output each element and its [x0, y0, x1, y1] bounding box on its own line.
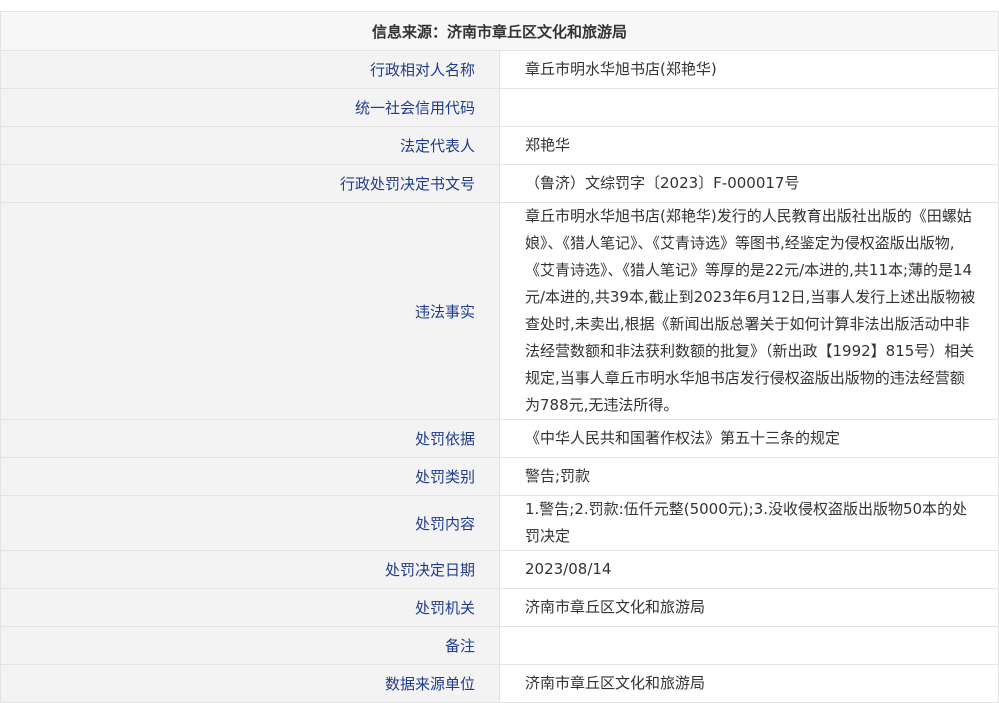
row-violation-facts: 违法事实 章丘市明水华旭书店(郑艳华)发行的人民教育出版社出版的《田螺姑娘》、《…	[0, 202, 999, 420]
row-value: 2023/08/14	[499, 550, 999, 589]
row-label: 处罚决定日期	[0, 550, 500, 589]
row-party-name: 行政相对人名称 章丘市明水华旭书店(郑艳华)	[0, 50, 999, 89]
row-label: 处罚依据	[0, 419, 500, 458]
row-label: 数据来源单位	[0, 664, 500, 703]
row-legal-representative: 法定代表人 郑艳华	[0, 126, 999, 165]
row-label: 违法事实	[0, 202, 500, 420]
row-label: 法定代表人	[0, 126, 500, 165]
row-label: 备注	[0, 626, 500, 665]
row-label: 处罚内容	[0, 495, 500, 551]
row-penalty-basis: 处罚依据 《中华人民共和国著作权法》第五十三条的规定	[0, 419, 999, 458]
row-penalty-content: 处罚内容 1.警告;2.罚款:伍仟元整(5000元);3.没收侵权盗版出版物50…	[0, 495, 999, 551]
row-value: 济南市章丘区文化和旅游局	[499, 664, 999, 703]
row-value: 《中华人民共和国著作权法》第五十三条的规定	[499, 419, 999, 458]
info-source-row: 信息来源：济南市章丘区文化和旅游局	[0, 11, 999, 51]
row-remarks: 备注	[0, 626, 999, 665]
row-value: 警告;罚款	[499, 457, 999, 496]
info-source-cell: 信息来源：济南市章丘区文化和旅游局	[0, 11, 999, 51]
row-value: （鲁济）文综罚字〔2023〕F-000017号	[499, 164, 999, 203]
row-label: 处罚机关	[0, 588, 500, 627]
row-label: 统一社会信用代码	[0, 88, 500, 127]
row-value	[499, 88, 999, 127]
row-data-source-unit: 数据来源单位 济南市章丘区文化和旅游局	[0, 664, 999, 703]
row-label: 行政处罚决定书文号	[0, 164, 500, 203]
row-value: 郑艳华	[499, 126, 999, 165]
row-value: 章丘市明水华旭书店(郑艳华)发行的人民教育出版社出版的《田螺姑娘》、《猎人笔记》…	[499, 202, 999, 420]
row-value: 济南市章丘区文化和旅游局	[499, 588, 999, 627]
row-value: 1.警告;2.罚款:伍仟元整(5000元);3.没收侵权盗版出版物50本的处罚决…	[499, 495, 999, 551]
penalty-info-table: 信息来源：济南市章丘区文化和旅游局 行政相对人名称 章丘市明水华旭书店(郑艳华)…	[0, 11, 999, 703]
row-value	[499, 626, 999, 665]
row-label: 处罚类别	[0, 457, 500, 496]
row-decision-date: 处罚决定日期 2023/08/14	[0, 550, 999, 589]
row-label: 行政相对人名称	[0, 50, 500, 89]
row-penalty-category: 处罚类别 警告;罚款	[0, 457, 999, 496]
row-decision-number: 行政处罚决定书文号 （鲁济）文综罚字〔2023〕F-000017号	[0, 164, 999, 203]
row-penalty-authority: 处罚机关 济南市章丘区文化和旅游局	[0, 588, 999, 627]
row-value: 章丘市明水华旭书店(郑艳华)	[499, 50, 999, 89]
info-source-label: 信息来源：	[371, 22, 447, 41]
info-source-value: 济南市章丘区文化和旅游局	[447, 22, 628, 41]
row-credit-code: 统一社会信用代码	[0, 88, 999, 127]
